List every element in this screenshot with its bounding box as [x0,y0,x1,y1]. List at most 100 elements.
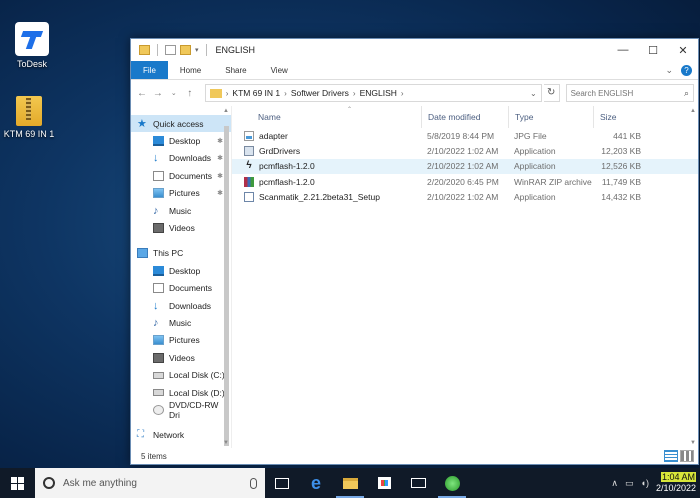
customize-toolbar-icon[interactable]: ▾ [195,46,199,54]
column-header-date[interactable]: Date modified [421,106,508,128]
nav-local-disk-c[interactable]: Local Disk (C:) [131,366,231,383]
file-explorer-button[interactable] [333,468,367,498]
nav-this-pc[interactable]: This PC [131,245,231,262]
mail-button[interactable] [401,468,435,498]
address-bar[interactable]: › KTM 69 IN 1 › Softwer Drivers › ENGLIS… [204,84,542,102]
tab-home[interactable]: Home [168,61,213,79]
edge-button[interactable]: e [299,468,333,498]
scroll-down-icon[interactable]: ▼ [690,440,696,446]
title-bar: ▾ ENGLISH — ☐ ✕ [131,39,698,61]
star-icon: ★ [137,117,147,130]
search-box[interactable]: ⌕ [565,84,695,102]
taskbar: Ask me anything e ∧ ▭ ◖) 1:04 AM 2/10/20… [0,468,700,498]
nav-pc-documents[interactable]: Documents [131,280,231,297]
scroll-down-icon[interactable]: ▼ [223,440,229,446]
file-row[interactable]: pcmflash-1.2.0 2/20/2020 6:45 PM WinRAR … [232,174,698,189]
desktop-icon-todesk[interactable]: ToDesk [0,22,64,69]
clock-date: 2/10/2022 [655,483,696,493]
clock[interactable]: 1:04 AM 2/10/2022 [656,472,696,494]
app-button[interactable] [435,468,469,498]
desktop-icon-label: KTM 69 IN 1 [3,129,55,139]
nav-dvd-drive[interactable]: DVD/CD-RW Dri [131,400,231,420]
tab-view[interactable]: View [259,61,300,79]
file-explorer-icon [342,477,358,489]
nav-pc-music[interactable]: ♪ Music [131,314,231,331]
window-title: ENGLISH [215,45,256,55]
nav-qa-videos[interactable]: Videos [131,219,231,236]
file-row[interactable]: Scanmatik_2.21.2beta31_Setup 2/10/2022 1… [232,189,698,204]
nav-quick-access[interactable]: ★ Quick access [131,115,231,133]
store-icon [377,477,391,489]
store-button[interactable] [367,468,401,498]
taskbar-search-placeholder[interactable]: Ask me anything [63,478,242,489]
close-button[interactable]: ✕ [668,39,698,61]
file-row[interactable]: GrdDrivers 2/10/2022 1:02 AM Application… [232,143,698,158]
chevron-up-icon[interactable]: ∧ [611,478,618,489]
scroll-thumb[interactable] [224,126,229,446]
nav-pc-videos[interactable]: Videos [131,349,231,366]
address-row: ← → ⌄ ↑ › KTM 69 IN 1 › Softwer Drivers … [131,80,698,106]
properties-icon[interactable] [165,45,176,55]
scroll-up-icon[interactable]: ▲ [223,108,229,114]
up-arrow-icon[interactable]: ↑ [183,88,197,99]
desktop-icon-ktm-archive[interactable]: KTM 69 IN 1 [0,96,61,139]
cortana-icon [43,477,55,489]
nav-local-disk-d[interactable]: Local Disk (D:) [131,384,231,401]
nav-pc-desktop[interactable]: Desktop [131,262,231,279]
column-header-size[interactable]: Size [593,106,641,128]
refresh-button[interactable]: ↻ [543,84,560,102]
nav-qa-music[interactable]: ♪ Music [131,202,231,219]
tab-share[interactable]: Share [213,61,258,79]
folder-icon [209,88,222,98]
column-headers: ⌃ Name Date modified Type Size [232,106,698,128]
nav-pc-pictures[interactable]: Pictures [131,332,231,349]
application-icon [244,145,254,156]
breadcrumb-english[interactable]: ENGLISH [360,88,397,98]
large-icons-view-icon[interactable] [680,450,694,462]
scroll-up-icon[interactable]: ▲ [690,108,696,114]
download-icon: ↓ [153,299,159,312]
microphone-icon[interactable] [250,477,257,489]
breadcrumb-softwer-drivers[interactable]: Softwer Drivers [291,88,349,98]
minimize-button[interactable]: — [608,39,638,61]
content-scrollbar[interactable]: ▲ ▼ [689,106,698,448]
maximize-button[interactable]: ☐ [638,39,668,61]
taskbar-search[interactable]: Ask me anything [35,468,265,498]
address-dropdown-icon[interactable]: ⌄ [530,89,537,98]
nav-scrollbar[interactable]: ▲ ▼ [223,106,231,448]
bolt-app-icon: ϟ [246,160,252,172]
back-arrow-icon[interactable]: ← [135,88,149,99]
nav-network[interactable]: ⛶ Network [131,427,231,444]
breadcrumb-ktm[interactable]: KTM 69 IN 1 [232,88,280,98]
search-input[interactable] [570,88,684,98]
expand-ribbon-icon[interactable]: ⌄ [665,65,673,76]
new-folder-icon[interactable] [180,45,191,55]
desktop-icon [153,136,164,147]
item-count: 5 items [141,451,167,461]
setup-icon [244,191,254,202]
volume-icon[interactable]: ◖) [641,478,649,488]
app-icon [444,475,460,491]
tab-file[interactable]: File [131,61,168,79]
nav-qa-downloads[interactable]: ↓ Downloads ✱ [131,150,231,167]
column-header-name[interactable]: Name [232,106,421,128]
details-view-icon[interactable] [664,450,678,462]
help-icon[interactable]: ? [681,64,692,76]
pictures-icon [153,188,164,199]
music-icon: ♪ [153,204,159,217]
forward-arrow-icon[interactable]: → [151,88,165,99]
desktop-icon [153,265,164,276]
network-tray-icon[interactable]: ▭ [625,478,634,489]
column-header-type[interactable]: Type [508,106,593,128]
file-row[interactable]: adapter 5/8/2019 8:44 PM JPG File 441 KB [232,128,698,143]
nav-pc-downloads[interactable]: ↓ Downloads [131,297,231,314]
nav-qa-documents[interactable]: Documents ✱ [131,167,231,184]
file-row[interactable]: ϟ pcmflash-1.2.0 2/10/2022 1:02 AM Applic… [232,158,698,174]
folder-icon [139,45,150,55]
recent-locations-icon[interactable]: ⌄ [167,89,181,97]
search-icon[interactable]: ⌕ [684,88,689,99]
nav-qa-pictures[interactable]: Pictures ✱ [131,185,231,202]
nav-qa-desktop[interactable]: Desktop ✱ [131,132,231,149]
task-view-button[interactable] [265,468,299,498]
start-button[interactable] [0,468,35,498]
